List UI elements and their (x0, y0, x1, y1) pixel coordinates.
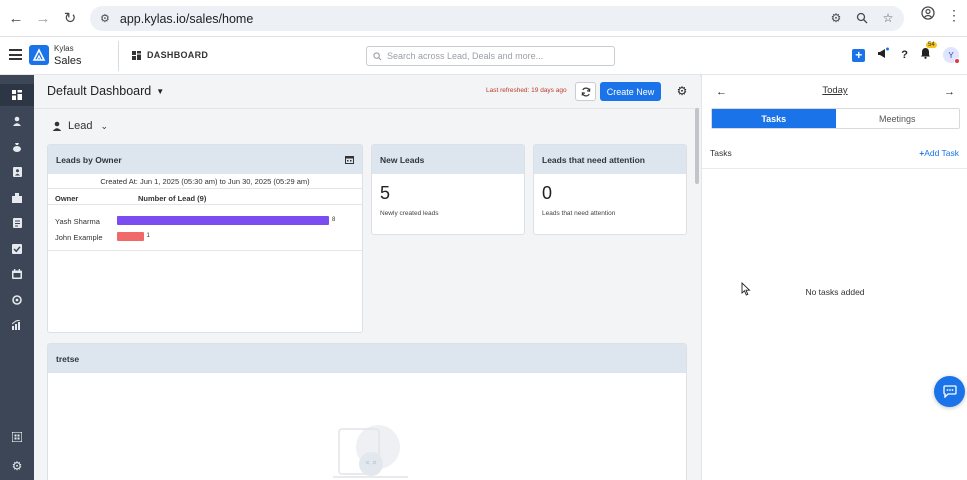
key-icon[interactable]: ⚙ (828, 10, 844, 26)
next-day-arrow-icon[interactable]: → (944, 86, 955, 98)
refresh-button[interactable] (575, 82, 596, 101)
new-leads-caption: Newly created leads (380, 210, 439, 217)
product-name: Sales (54, 55, 82, 67)
dashboard-grid-icon (132, 50, 141, 60)
bookmark-star-icon[interactable]: ☆ (880, 10, 896, 26)
global-search[interactable] (366, 46, 615, 66)
table-divider (48, 250, 362, 251)
owner-table-header: Owner Number of Lead (9) (48, 188, 362, 205)
tretse-widget: tretse (47, 343, 687, 480)
add-task-button[interactable]: +Add Task (919, 148, 959, 158)
header-divider (118, 41, 119, 71)
owner-row: John Example 1 (48, 231, 362, 245)
owner-bar-value: 1 (146, 233, 150, 239)
tasks-label: Tasks (710, 148, 732, 158)
forward-icon[interactable]: → (30, 5, 56, 31)
refresh-icon (581, 87, 590, 96)
quick-add-button[interactable]: + (852, 48, 866, 62)
dashboard-main: Default Dashboard ▼ Last refreshed: 19 d… (34, 75, 700, 480)
widget-header: tretse (48, 344, 686, 373)
reload-icon[interactable]: ↻ (57, 5, 83, 31)
create-new-button[interactable]: Create New (600, 82, 661, 101)
more-menu-icon[interactable]: ⋮ (947, 7, 961, 24)
search-input[interactable] (387, 51, 607, 61)
notification-count: 54 (926, 42, 937, 48)
widget-header: Leads by Owner (48, 145, 362, 174)
col-owner: Owner (55, 194, 79, 203)
nav-tasks-icon[interactable] (0, 238, 34, 260)
owner-bar[interactable] (117, 232, 144, 241)
caret-down-icon: ▼ (156, 86, 165, 96)
nav-companies-icon[interactable] (0, 187, 34, 209)
zoom-icon[interactable] (854, 10, 870, 26)
chat-icon (942, 385, 957, 398)
hamburger-menu-icon[interactable] (9, 49, 22, 60)
browser-toolbar: ← → ↻ ⚙ app.kylas.io/sales/home ⚙ ☆ ⋮ (0, 0, 967, 37)
tasks-divider (702, 168, 967, 169)
nav-settings-gear-icon[interactable]: ⚙ (0, 455, 34, 477)
dashboard-settings-gear-icon[interactable]: ⚙ (675, 83, 689, 99)
calendar-icon[interactable] (345, 155, 354, 164)
nav-deals-icon[interactable] (0, 136, 34, 158)
nav-contacts-icon[interactable] (0, 161, 34, 183)
app-header: Kylas Sales DASHBOARD + ? 54 Y (0, 37, 967, 75)
nav-calendar-icon[interactable] (0, 263, 34, 285)
owner-name: John Example (55, 233, 103, 242)
person-icon (52, 121, 62, 131)
empty-state-illustration (333, 425, 408, 478)
owner-name: Yash Sharma (55, 217, 100, 226)
main-scrollbar[interactable] (695, 108, 699, 184)
nav-leads-icon[interactable] (0, 110, 34, 132)
brand-name: Kylas (54, 44, 74, 53)
chevron-down-icon: ⌄ (100, 120, 109, 131)
attention-count: 0 (542, 183, 553, 203)
notification-bell-icon[interactable]: 54 (920, 42, 937, 64)
address-bar[interactable]: ⚙ app.kylas.io/sales/home ⚙ ☆ (90, 6, 904, 31)
entity-filter[interactable]: Lead ⌄ (52, 120, 108, 132)
side-nav: ⚙ (0, 75, 34, 480)
attention-leads-widget[interactable]: Leads that need attention 0 Leads that n… (533, 144, 687, 235)
owner-row: Yash Sharma 8 (48, 215, 362, 229)
nav-apps-icon[interactable] (0, 426, 34, 448)
url-text: app.kylas.io/sales/home (119, 11, 254, 26)
help-icon[interactable]: ? (901, 49, 908, 61)
section-title: DASHBOARD (132, 50, 208, 60)
user-avatar[interactable]: Y (943, 47, 960, 64)
widget-header: Leads that need attention (534, 145, 686, 174)
toolbar-divider (34, 108, 700, 109)
announcement-icon[interactable] (877, 46, 890, 64)
day-label[interactable]: Today (702, 85, 967, 96)
status-dot (954, 58, 960, 64)
profile-icon[interactable] (921, 6, 935, 25)
new-leads-count: 5 (380, 183, 391, 203)
owner-bar[interactable] (117, 216, 329, 225)
dashboard-selector[interactable]: Default Dashboard ▼ (47, 84, 164, 98)
activity-panel: ← Today → Tasks Meetings Tasks +Add Task… (701, 75, 967, 480)
owner-bar-value: 8 (332, 217, 336, 223)
attention-caption: Leads that need attention (542, 210, 616, 217)
search-icon (373, 51, 382, 60)
panel-tabs: Tasks Meetings (711, 108, 960, 129)
nav-workflow-icon[interactable] (0, 289, 34, 311)
mouse-cursor-icon (741, 282, 751, 296)
last-refreshed-text: Last refreshed: 19 days ago (486, 87, 567, 94)
site-settings-icon[interactable]: ⚙ (100, 12, 110, 25)
widget-header: New Leads (372, 145, 524, 174)
new-leads-widget[interactable]: New Leads 5 Newly created leads (371, 144, 525, 235)
col-lead-count: Number of Lead (9) (138, 194, 207, 203)
nav-dashboard-icon[interactable] (0, 84, 34, 106)
tab-meetings[interactable]: Meetings (836, 109, 960, 128)
tab-tasks[interactable]: Tasks (712, 109, 836, 128)
chat-support-button[interactable] (934, 376, 965, 407)
back-icon[interactable]: ← (3, 5, 29, 31)
kylas-logo[interactable] (29, 45, 49, 65)
nav-analytics-icon[interactable] (0, 314, 34, 336)
nav-reports-icon[interactable] (0, 212, 34, 234)
leads-by-owner-widget: Leads by Owner Created At: Jun 1, 2025 (… (47, 144, 363, 333)
date-range-text: Created At: Jun 1, 2025 (05:30 am) to Ju… (100, 177, 310, 186)
